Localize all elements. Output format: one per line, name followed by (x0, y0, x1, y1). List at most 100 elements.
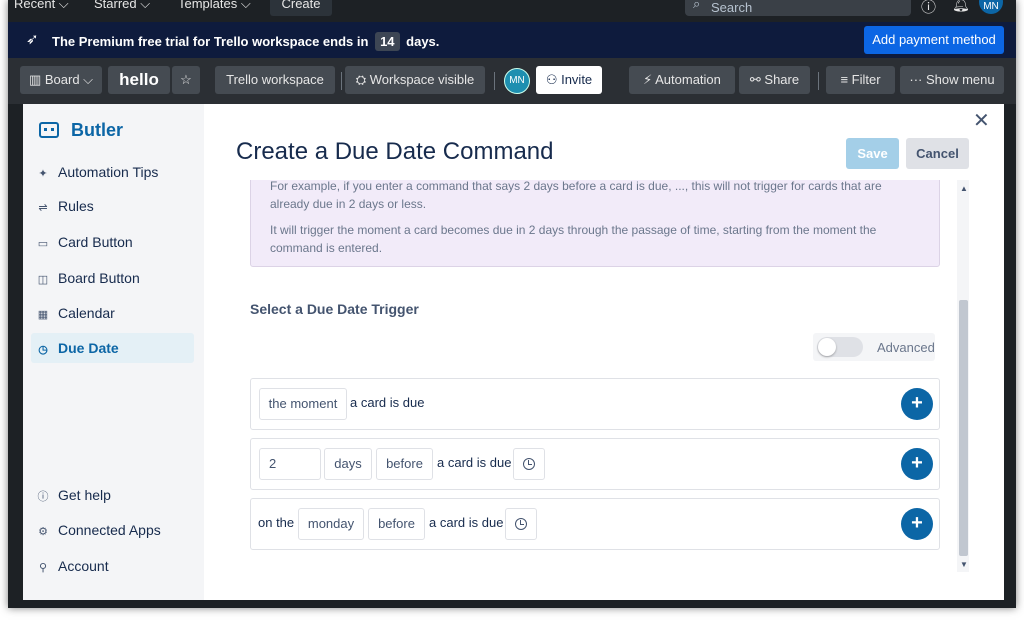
add-trigger-button[interactable]: + (901, 448, 933, 480)
number-input[interactable]: 2 (259, 448, 321, 480)
section-title: Select a Due Date Trigger (250, 301, 419, 317)
board-view-label: Board ⌵ (44, 72, 94, 87)
sidebar-item-label: Account (58, 558, 109, 574)
gear-icon: ⚙ (38, 526, 48, 538)
trigger-text: a card is due (350, 395, 425, 410)
add-trigger-button[interactable]: + (901, 508, 933, 540)
star-icon[interactable]: ☆ (172, 66, 200, 94)
scrollbar-thumb[interactable] (959, 300, 968, 556)
share-icon: ⚯ (749, 72, 765, 87)
sidebar-item-label: Due Date (58, 340, 119, 356)
divider (818, 72, 819, 90)
board-view-button[interactable]: ▥ Board ⌵ (20, 66, 102, 94)
add-trigger-button[interactable]: + (901, 388, 933, 420)
plus-icon: + (911, 512, 923, 534)
toggle-switch[interactable] (817, 337, 863, 357)
rocket-icon: ➶ (26, 31, 39, 48)
nav-starred[interactable]: Starred ⌵ (94, 0, 150, 12)
add-person-icon: ⚇ (545, 72, 562, 87)
clock-button[interactable] (513, 448, 545, 480)
sidebar-item-calendar[interactable]: ▦ Calendar (31, 298, 194, 328)
sidebar-item-label: Board Button (58, 270, 140, 286)
trigger-row: the moment a card is due + (250, 378, 940, 430)
avatar[interactable]: MN (979, 0, 1003, 14)
plus-icon: + (911, 452, 923, 474)
timing-select[interactable]: the moment (259, 388, 347, 420)
nav-templates[interactable]: Templates ⌵ (178, 0, 251, 12)
nav-recent[interactable]: Recent ⌵ (14, 0, 69, 12)
clock-icon (515, 518, 527, 530)
day-select[interactable]: monday (298, 508, 364, 540)
divider (494, 72, 495, 90)
invite-label: Invite (561, 72, 593, 87)
visibility-label: Workspace visible (369, 72, 475, 87)
share-label: Share (764, 72, 800, 87)
visibility-icon: ⛭ (355, 72, 370, 87)
sparkle-icon: ✦ (38, 168, 48, 180)
unit-select[interactable]: days (324, 448, 372, 480)
info-paragraph: It will trigger the moment a card become… (270, 223, 877, 255)
sidebar-item-board-button[interactable]: ◫ Board Button (31, 263, 194, 293)
invite-button[interactable]: ⚇ Invite (536, 66, 602, 94)
create-button[interactable]: Create (270, 0, 332, 16)
lightning-icon: ⚡︎ (643, 72, 656, 87)
filter-label: Filter (851, 72, 881, 87)
sidebar-item-card-button[interactable]: ▭ Card Button (31, 227, 194, 257)
trigger-prefix: on the (258, 515, 295, 530)
scroll-down-icon[interactable]: ▼ (960, 560, 968, 569)
sidebar-item-rules[interactable]: ⇌ Rules (31, 191, 194, 221)
show-menu-button[interactable]: ··· Show menu (900, 66, 1004, 94)
cancel-button[interactable]: Cancel (906, 138, 969, 169)
save-button[interactable]: Save (846, 138, 899, 169)
show-menu-label: Show menu (925, 72, 995, 87)
sidebar-item-label: Card Button (58, 234, 133, 250)
info-icon[interactable]: ⓘ (921, 0, 936, 17)
sidebar-item-get-help[interactable]: ⓘ Get help (31, 480, 194, 510)
info-icon: ⓘ (37, 491, 49, 503)
bell-icon[interactable]: 🔔︎ (952, 0, 970, 13)
sidebar-item-connected-apps[interactable]: ⚙ Connected Apps (31, 515, 194, 545)
clock-button[interactable] (505, 508, 537, 540)
workspace-button[interactable]: Trello workspace (215, 66, 335, 94)
top-navigation: Recent ⌵ Starred ⌵ Templates ⌵ Create ⌕ … (8, 0, 1016, 18)
visibility-button[interactable]: ⛭ Workspace visible (345, 66, 485, 94)
board-header: ▥ Board ⌵ hello ☆ Trello workspace ⛭ Wor… (8, 58, 1016, 104)
butler-brand: Butler (39, 120, 123, 144)
page-title: Create a Due Date Command (236, 138, 554, 165)
search-input[interactable]: ⌕ Search (685, 0, 911, 16)
sidebar-item-label: Get help (58, 487, 111, 503)
advanced-toggle[interactable]: Advanced (813, 333, 935, 361)
filter-button[interactable]: ≡ Filter (826, 66, 895, 94)
trigger-text: a card is due (429, 515, 504, 530)
relation-select[interactable]: before (368, 508, 425, 540)
divider (341, 72, 342, 90)
banner-message: The Premium free trial for Trello worksp… (52, 32, 439, 51)
sidebar-item-label: Automation Tips (58, 164, 159, 180)
board-name[interactable]: hello (108, 66, 170, 94)
vertical-scrollbar[interactable]: ▲ ▼ (957, 180, 969, 572)
filter-icon: ≡ (840, 72, 852, 87)
trial-banner: ➶ The Premium free trial for Trello work… (8, 22, 1016, 58)
info-paragraph: For example, if you enter a command that… (270, 180, 882, 211)
share-button[interactable]: ⚯ Share (739, 66, 810, 94)
clock-icon (523, 458, 535, 470)
add-payment-method-button[interactable]: Add payment method (864, 26, 1004, 54)
sidebar-item-automation-tips[interactable]: ✦ Automation Tips (31, 157, 194, 187)
member-avatar[interactable]: MN (504, 68, 530, 94)
trigger-row: 2 days before a card is due + (250, 438, 940, 490)
close-icon[interactable]: ✕ (973, 108, 990, 133)
person-icon: ⚲ (38, 562, 48, 574)
board-icon: ▥ (28, 72, 45, 87)
automation-button[interactable]: ⚡︎ Automation (629, 66, 735, 94)
banner-text-after: days. (406, 34, 440, 49)
scroll-up-icon[interactable]: ▲ (960, 184, 968, 193)
robot-icon (39, 122, 59, 138)
banner-text-before: The Premium free trial for Trello worksp… (52, 34, 369, 49)
command-scroll-area: For example, if you enter a command that… (204, 180, 994, 572)
relation-select[interactable]: before (376, 448, 433, 480)
automation-label: Automation (655, 72, 721, 87)
sidebar-item-account[interactable]: ⚲ Account (31, 551, 194, 581)
days-badge: 14 (375, 32, 400, 51)
butler-sidebar: Butler ✦ Automation Tips ⇌ Rules ▭ Card But… (23, 104, 204, 600)
sidebar-item-due-date[interactable]: ◷ Due Date (31, 333, 194, 363)
